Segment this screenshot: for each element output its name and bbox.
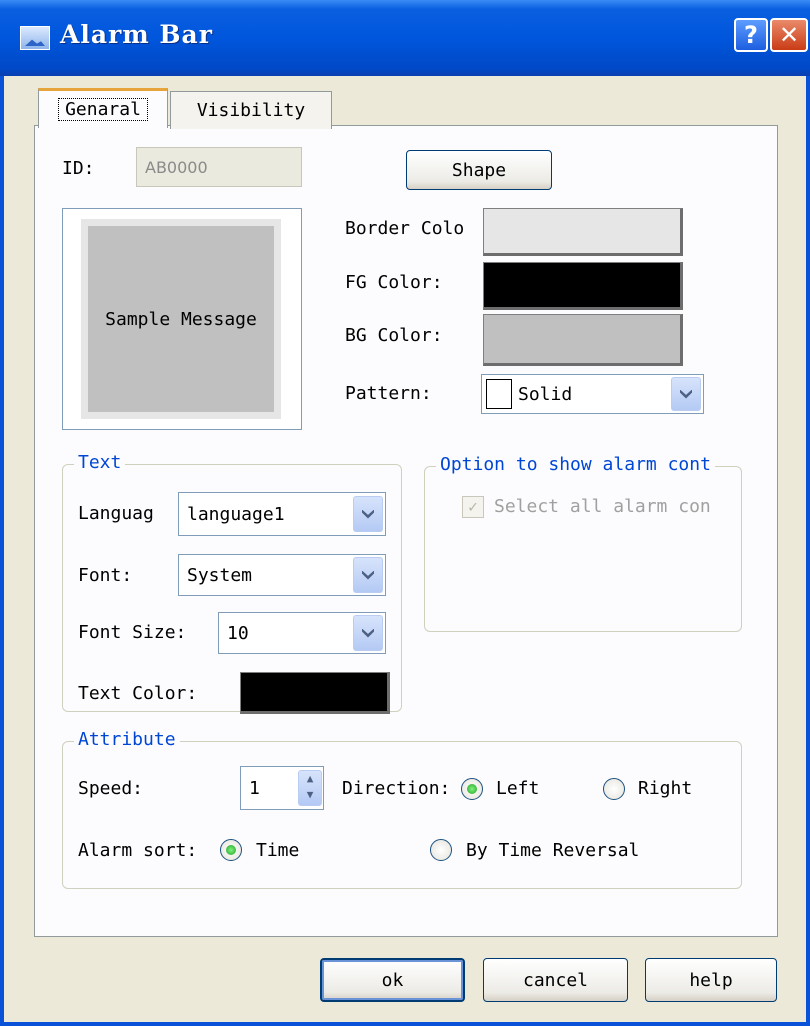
ok-button[interactable]: ok <box>320 958 465 1002</box>
speed-label: Speed: <box>78 778 144 799</box>
attribute-group <box>62 741 742 889</box>
sort-time-radio[interactable] <box>220 839 242 861</box>
sort-reversal-label: By Time Reversal <box>466 840 640 861</box>
spin-down-icon[interactable]: ▼ <box>299 787 321 803</box>
select-all-checkbox[interactable]: ✓ <box>462 496 484 518</box>
id-field: AB0000 <box>136 147 302 187</box>
pattern-preview <box>486 379 512 409</box>
option-group-title: Option to show alarm cont <box>436 454 715 475</box>
help-button[interactable]: help <box>645 958 777 1002</box>
tab-visibility[interactable]: Visibility <box>170 91 332 129</box>
spin-up-icon[interactable]: ▲ <box>299 771 321 787</box>
text-color-label: Text Color: <box>78 683 198 704</box>
pattern-value: Solid <box>518 383 573 405</box>
text-color-swatch[interactable] <box>240 672 390 714</box>
language-label: Languag <box>78 503 154 524</box>
alarm-sort-label: Alarm sort: <box>78 840 198 861</box>
border-color-swatch[interactable] <box>483 208 683 256</box>
chevron-down-icon[interactable] <box>353 615 383 651</box>
window-title: Alarm Bar <box>60 20 213 49</box>
direction-label: Direction: <box>342 778 451 799</box>
chevron-down-icon[interactable] <box>353 557 383 593</box>
font-size-label: Font Size: <box>78 622 187 643</box>
chevron-down-icon[interactable] <box>353 496 383 532</box>
close-button[interactable]: ✕ <box>770 18 808 52</box>
chevron-down-icon[interactable] <box>671 377 701 411</box>
shape-button[interactable]: Shape <box>406 150 552 190</box>
question-icon: ? <box>744 21 758 49</box>
fg-color-label: FG Color: <box>345 272 443 293</box>
direction-right-label: Right <box>638 778 693 799</box>
tab-genaral[interactable]: Genaral <box>38 88 168 128</box>
cancel-button[interactable]: cancel <box>483 958 628 1002</box>
attribute-group-title: Attribute <box>74 729 180 750</box>
font-label: Font: <box>78 565 133 586</box>
id-label: ID: <box>62 158 95 179</box>
close-icon: ✕ <box>778 21 800 49</box>
bg-color-swatch[interactable] <box>483 314 683 366</box>
tab-genaral-label: Genaral <box>58 98 148 121</box>
direction-right-radio[interactable] <box>603 778 625 800</box>
preview-box: Sample Message <box>81 219 281 419</box>
bg-color-label: BG Color: <box>345 325 443 346</box>
sort-time-label: Time <box>256 840 300 861</box>
direction-left-radio[interactable] <box>461 778 483 800</box>
speed-spinner[interactable]: ▲ ▼ <box>298 770 322 806</box>
fg-color-swatch[interactable] <box>483 262 683 310</box>
preview-frame: Sample Message <box>62 208 302 430</box>
option-group <box>424 466 742 632</box>
help-title-button[interactable]: ? <box>734 18 768 52</box>
tab-visibility-label: Visibility <box>196 100 306 121</box>
direction-left-label: Left <box>496 778 540 799</box>
text-group-title: Text <box>74 452 126 473</box>
window-app-icon <box>20 26 50 50</box>
check-icon: ✓ <box>468 497 478 516</box>
select-all-label: Select all alarm con <box>494 496 711 517</box>
sort-reversal-radio[interactable] <box>430 839 452 861</box>
title-bar[interactable]: Alarm Bar ? ✕ <box>0 0 810 76</box>
pattern-label: Pattern: <box>345 383 432 404</box>
border-color-label: Border Colo <box>345 218 465 239</box>
preview-text: Sample Message <box>105 308 257 330</box>
